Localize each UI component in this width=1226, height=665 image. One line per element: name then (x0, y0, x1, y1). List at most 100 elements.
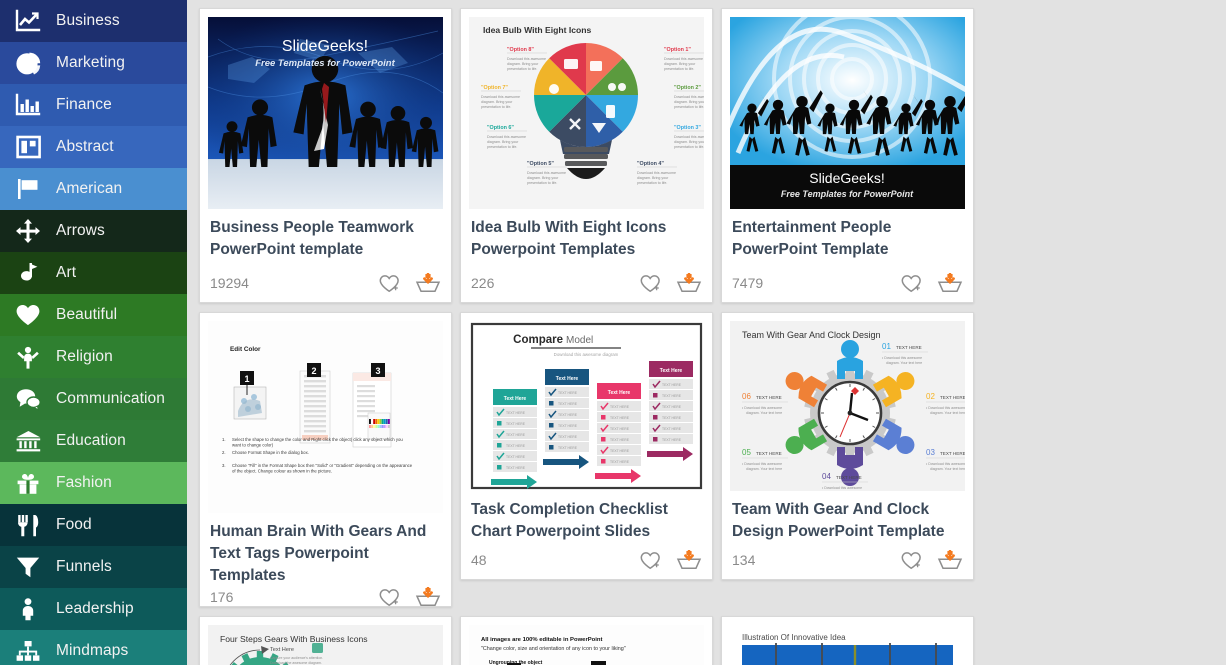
fork-knife-icon (0, 513, 56, 538)
svg-text:"Option 6": "Option 6" (487, 125, 514, 131)
pie-chart-icon (0, 51, 56, 76)
svg-text:2: 2 (311, 366, 316, 376)
sidebar-item-religion[interactable]: Religion (0, 336, 187, 378)
template-card[interactable]: Compare Model Download this awesome diag… (460, 312, 713, 580)
svg-text:TEXT HERE: TEXT HERE (506, 455, 526, 459)
template-card[interactable]: Illustration Of Innovative Idea (721, 616, 974, 665)
template-card[interactable]: All images are 100% editable in PowerPoi… (460, 616, 713, 665)
svg-text:"Option 2": "Option 2" (674, 85, 701, 91)
template-title[interactable]: Human Brain With Gears And Text Tags Pow… (208, 513, 443, 587)
svg-text:Idea Bulb With Eight Icons: Idea Bulb With Eight Icons (483, 25, 592, 35)
svg-text:TEXT HERE: TEXT HERE (610, 438, 630, 442)
heart-plus-icon[interactable] (901, 551, 923, 570)
template-grid-area: SlideGeeks! Free Templates for PowerPoin… (187, 0, 1226, 665)
svg-text:"Option 8": "Option 8" (507, 47, 534, 53)
svg-text:"Option 1": "Option 1" (664, 47, 691, 53)
sidebar-item-education[interactable]: Education (0, 420, 187, 462)
download-basket-icon[interactable] (937, 272, 963, 293)
svg-text:Text Here: Text Here (270, 647, 294, 653)
svg-text:TEXT HERE: TEXT HERE (558, 424, 578, 428)
svg-text:Download the awesome diagram.: Download the awesome diagram. (270, 661, 322, 665)
template-thumbnail-ungroup-howto[interactable]: All images are 100% editable in PowerPoi… (469, 625, 704, 665)
view-count: 19294 (210, 275, 249, 291)
sidebar-item-mindmaps[interactable]: Mindmaps (0, 630, 187, 665)
card-actions (640, 272, 702, 293)
heart-icon (0, 303, 56, 327)
bar-chart-icon (0, 93, 56, 117)
template-thumbnail-innovative-idea[interactable]: Illustration Of Innovative Idea (730, 625, 965, 665)
sidebar-item-american[interactable]: American (0, 168, 187, 210)
sidebar-item-label: Marketing (56, 54, 125, 71)
sidebar-item-fashion[interactable]: Fashion (0, 462, 187, 504)
svg-text:diagram. Bring your: diagram. Bring your (674, 140, 704, 144)
sidebar-item-communication[interactable]: Communication (0, 378, 187, 420)
sidebar-item-arrows[interactable]: Arrows (0, 210, 187, 252)
heart-plus-icon[interactable] (640, 551, 662, 570)
sidebar-item-label: Arrows (56, 222, 105, 239)
svg-text:TEXT HERE: TEXT HERE (506, 466, 526, 470)
template-title[interactable]: Business People Teamwork PowerPoint temp… (208, 209, 443, 273)
svg-text:Team With Gear And Clock Desig: Team With Gear And Clock Design (742, 330, 881, 340)
sidebar-item-label: Finance (56, 96, 112, 113)
heart-plus-icon[interactable] (640, 274, 662, 293)
template-card[interactable]: Edit Color 1 2 3 1. Select the shape to c… (199, 312, 452, 607)
template-thumbnail-team-gear-clock[interactable]: Team With Gear And Clock Design 01 TEXT … (730, 321, 965, 491)
heart-plus-icon[interactable] (379, 274, 401, 293)
template-thumbnail-compare-model[interactable]: Compare Model Download this awesome diag… (469, 321, 704, 491)
heart-plus-icon[interactable] (901, 274, 923, 293)
sidebar-item-art[interactable]: Art (0, 252, 187, 294)
template-card[interactable]: SlideGeeks! Free Templates for PowerPoin… (721, 8, 974, 303)
download-basket-icon[interactable] (415, 272, 441, 293)
svg-text:Download this awesome: Download this awesome (674, 95, 704, 99)
svg-text:presentation to life.: presentation to life. (481, 105, 511, 109)
svg-text:TEXT HERE: TEXT HERE (558, 413, 578, 417)
svg-text:TEXT HERE: TEXT HERE (610, 460, 630, 464)
sidebar-item-leadership[interactable]: Leadership (0, 588, 187, 630)
svg-text:diagram. Your text here: diagram. Your text here (930, 467, 965, 471)
template-title[interactable]: Team With Gear And Clock Design PowerPoi… (730, 491, 965, 550)
svg-text:04: 04 (822, 472, 831, 481)
svg-text:Select the shape to change the: Select the shape to change the color and… (232, 437, 403, 442)
download-basket-icon[interactable] (415, 586, 441, 607)
heart-plus-icon[interactable] (379, 588, 401, 607)
template-title[interactable]: Idea Bulb With Eight Icons Powerpoint Te… (469, 209, 704, 273)
template-card[interactable]: Four Steps Gears With Business Icons 01 … (199, 616, 452, 665)
template-card[interactable]: SlideGeeks! Free Templates for PowerPoin… (199, 8, 452, 303)
sidebar-item-beautiful[interactable]: Beautiful (0, 294, 187, 336)
template-thumbnail-idea-bulb[interactable]: Idea Bulb With Eight Icons "Option 1" Do… (469, 17, 704, 209)
sidebar-item-marketing[interactable]: Marketing (0, 42, 187, 84)
template-thumbnail-business-people[interactable]: SlideGeeks! Free Templates for PowerPoin… (208, 17, 443, 209)
template-thumbnail-four-gears[interactable]: Four Steps Gears With Business Icons 01 … (208, 625, 443, 665)
sidebar-item-label: Education (56, 432, 126, 449)
svg-text:Four Steps Gears With Business: Four Steps Gears With Business Icons (220, 634, 368, 644)
svg-text:Capture your audience's attent: Capture your audience's attention. (270, 656, 323, 660)
sidebar-item-business[interactable]: Business (0, 0, 187, 42)
svg-text:presentation to life.: presentation to life. (674, 105, 704, 109)
svg-text:Model: Model (566, 335, 593, 346)
svg-text:TEXT HERE: TEXT HERE (558, 446, 578, 450)
org-chart-icon (0, 639, 56, 663)
download-basket-icon[interactable] (676, 272, 702, 293)
card-footer: 134 (730, 549, 965, 579)
sidebar-item-abstract[interactable]: Abstract (0, 126, 187, 168)
template-title[interactable]: Entertainment People PowerPoint Template (730, 209, 965, 273)
template-card[interactable]: Team With Gear And Clock Design 01 TEXT … (721, 312, 974, 580)
svg-text:• Download this awesome: • Download this awesome (742, 462, 782, 466)
sidebar-item-finance[interactable]: Finance (0, 84, 187, 126)
template-thumbnail-edit-color-howto[interactable]: Edit Color 1 2 3 1. Select the shape to c… (208, 321, 443, 513)
download-basket-icon[interactable] (937, 549, 963, 570)
download-basket-icon[interactable] (676, 549, 702, 570)
sidebar-item-food[interactable]: Food (0, 504, 187, 546)
sidebar-item-funnels[interactable]: Funnels (0, 546, 187, 588)
card-actions (901, 272, 963, 293)
svg-text:2.: 2. (222, 450, 226, 455)
template-title[interactable]: Task Completion Checklist Chart Powerpoi… (469, 491, 704, 550)
svg-text:Text Here: Text Here (556, 376, 579, 382)
svg-text:presentation to life.: presentation to life. (637, 181, 667, 185)
template-card[interactable]: Idea Bulb With Eight Icons "Option 1" Do… (460, 8, 713, 303)
sidebar-item-label: Abstract (56, 138, 114, 155)
svg-text:TEXT HERE: TEXT HERE (756, 395, 782, 400)
svg-text:Download this awesome: Download this awesome (507, 57, 546, 61)
template-thumbnail-entertainment-people[interactable]: SlideGeeks! Free Templates for PowerPoin… (730, 17, 965, 209)
card-footer: 19294 (208, 272, 443, 302)
